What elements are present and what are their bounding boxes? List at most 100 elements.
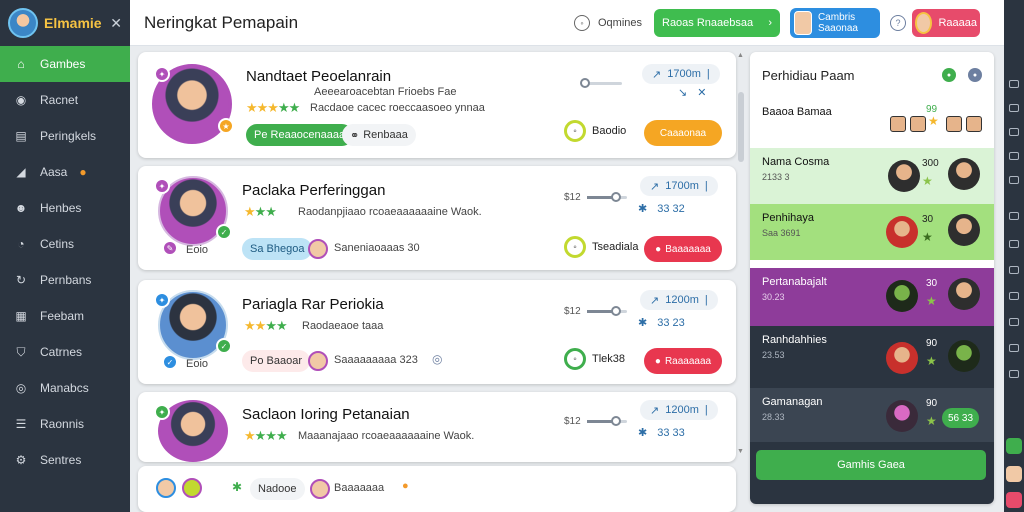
tag-label: Sa Bhegoa <box>250 243 305 255</box>
avatar <box>182 478 202 498</box>
sidebar-item-peringkels[interactable]: ▤ Peringkels <box>0 118 130 154</box>
price-slider[interactable]: $12 <box>564 192 627 203</box>
help-icon[interactable]: ? <box>890 14 906 31</box>
slider-label: $12 <box>564 416 581 427</box>
brand-avatar <box>8 8 38 38</box>
avatar <box>156 478 176 498</box>
panel-icon[interactable] <box>1009 152 1019 160</box>
sidebar-item-henbes[interactable]: ☻ Henbes <box>0 190 130 226</box>
avatar <box>910 116 926 132</box>
panel-icon[interactable] <box>1009 104 1019 112</box>
card-action-button[interactable]: Caaaonaa <box>644 120 722 146</box>
settings-icon[interactable]: ● <box>968 68 982 82</box>
ranking-row[interactable]: Gamanagan 28.33 90 ★ 56 33 <box>750 388 994 442</box>
ranking-row[interactable]: Nama Cosma 2133 3 300 ★ <box>750 148 994 204</box>
sidebar-item-label: Catrnes <box>40 345 83 359</box>
panel-icon[interactable] <box>1009 318 1019 326</box>
avatar[interactable] <box>1006 438 1022 454</box>
slider-track <box>586 192 627 202</box>
panel-icon[interactable] <box>1009 176 1019 184</box>
tag-chip[interactable]: Po Baaoar <box>242 350 310 372</box>
top-bar: Neringkat Pemapain ◦ Oqmines Raoas Rnaaeb… <box>130 0 1004 46</box>
panel-icon[interactable] <box>1009 266 1019 274</box>
avatar <box>946 116 962 132</box>
slider-knob[interactable] <box>580 78 590 88</box>
sidebar-item-aasa[interactable]: ◢ Aasa ● <box>0 154 130 190</box>
sidebar-item-cetins[interactable]: ◔ Cetins <box>0 226 130 262</box>
user-profile-button[interactable]: Cambris Saaonaa <box>790 7 880 38</box>
sidebar-item-catrnes[interactable]: ⛉ Catrnes <box>0 334 130 370</box>
refresh-icon: ↻ <box>15 273 27 287</box>
slider-knob[interactable] <box>610 416 621 426</box>
slider-knob[interactable] <box>610 306 621 316</box>
sidebar-item-pernbans[interactable]: ↻ Pernbans <box>0 262 130 298</box>
list-icon: ☰ <box>15 417 27 431</box>
search-icon[interactable]: ◎ <box>432 352 442 366</box>
price-slider[interactable] <box>576 78 622 88</box>
sidebar-item-raonnis[interactable]: ☰ Raonnis <box>0 406 130 442</box>
sidebar-item-label: Gambes <box>40 57 86 71</box>
sidebar-item-gambes[interactable]: ⌂ Gambes <box>0 46 130 82</box>
fire-icon: ● <box>655 243 662 255</box>
sidebar-item-manabcs[interactable]: ◎ Manabcs <box>0 370 130 406</box>
ranking-row[interactable]: Penhihaya Saa 3691 30 ★ <box>750 204 994 260</box>
page-title: Neringkat Pemapain <box>144 12 299 32</box>
row-score: 90 <box>926 398 938 409</box>
globe-icon: ◎ <box>15 381 27 395</box>
primary-action-button[interactable]: Raoas Rnaaebsaa › <box>654 8 780 37</box>
player-card[interactable]: ✦ ✓ ✓ Eoio Pariagla Rar Periokia ★★★★ Ra… <box>138 280 736 384</box>
panel-icon[interactable] <box>1009 370 1019 378</box>
scroll-thumb[interactable] <box>738 92 744 162</box>
card-action-button[interactable]: ● Raaaaaaa <box>644 348 722 374</box>
sidebar-item-feebam[interactable]: ▦ Feebam <box>0 298 130 334</box>
status-dot-icon[interactable]: ● <box>942 68 956 82</box>
panel-icon[interactable] <box>1009 292 1019 300</box>
panel-icon[interactable] <box>1009 128 1019 136</box>
tag-chip[interactable]: Nadooe <box>250 478 305 500</box>
score-chip[interactable]: 56 33 <box>942 408 980 428</box>
sidebar-item-sentres[interactable]: ⚙ Sentres <box>0 442 130 478</box>
distance-badge: ↗ 1200m | <box>640 400 718 420</box>
gear-icon: ⚙ <box>15 453 27 467</box>
distance-badge: ↗ 1200m | <box>640 290 718 310</box>
close-icon[interactable]: ✕ <box>110 15 122 32</box>
price-slider[interactable]: $12 <box>564 306 627 317</box>
scrollbar[interactable]: ▲ ▼ <box>737 52 745 460</box>
tag-chip[interactable]: Pe Reaaocenaaaa <box>246 124 354 146</box>
mini-stats: 33 32 <box>657 202 685 215</box>
chip-label: 56 33 <box>948 412 974 424</box>
tag-chip[interactable]: ⚭ Renbaaa <box>342 124 416 146</box>
slider-knob[interactable] <box>610 192 621 202</box>
player-card[interactable]: ✦ ★ Nandtaet Peoelanrain Aeeearoacebtan … <box>138 52 736 158</box>
ranking-row[interactable]: Ranhdahhies 23.53 90 ★ <box>750 326 994 388</box>
ranking-row[interactable]: Pertanabajalt 30.23 30 ★ <box>750 268 994 326</box>
location-icon: ◉ <box>15 93 27 107</box>
card-action-button[interactable]: ● Baaaaaaa <box>644 236 722 262</box>
options-button[interactable]: ◦ Oqmines <box>574 14 654 31</box>
document-icon: ▦ <box>15 309 27 323</box>
rank-badge: ✦ <box>154 66 170 82</box>
panel-icon[interactable] <box>1009 212 1019 220</box>
panel-icon[interactable] <box>1009 344 1019 352</box>
tag-chip[interactable]: Sa Bhegoa <box>242 238 313 260</box>
avatar[interactable] <box>1006 466 1022 482</box>
avatar <box>890 116 906 132</box>
player-card[interactable]: ✦ ✓ ✎ Eoio Paclaka Perferinggan ★★★ Raod… <box>138 166 736 270</box>
player-card[interactable]: ✦ Saclaon Ioring Petanaian ★★★★ Maaanaja… <box>138 392 736 462</box>
scroll-up-icon[interactable]: ▲ <box>737 52 744 59</box>
sidebar-item-racnet[interactable]: ◉ Racnet <box>0 82 130 118</box>
ranking-row[interactable]: Baaoa Bamaa ★ 99 <box>750 98 994 148</box>
account-button[interactable]: Raaaaa <box>912 8 980 37</box>
avatar[interactable] <box>1006 492 1022 508</box>
panel-icon[interactable] <box>1009 240 1019 248</box>
panel-action-button[interactable]: Gamhis Gaea <box>756 450 986 480</box>
price-slider[interactable]: $12 <box>564 416 627 427</box>
panel-icon[interactable] <box>1009 80 1019 88</box>
status-ring: ◦ <box>564 236 586 258</box>
chart-icon: ▤ <box>15 129 27 143</box>
scroll-down-icon[interactable]: ▼ <box>737 448 744 455</box>
row-score: 90 <box>926 338 938 349</box>
stat-value: 1700m <box>667 68 701 80</box>
arrow-icon: ↗ <box>652 68 662 81</box>
home-icon: ⌂ <box>17 57 25 71</box>
